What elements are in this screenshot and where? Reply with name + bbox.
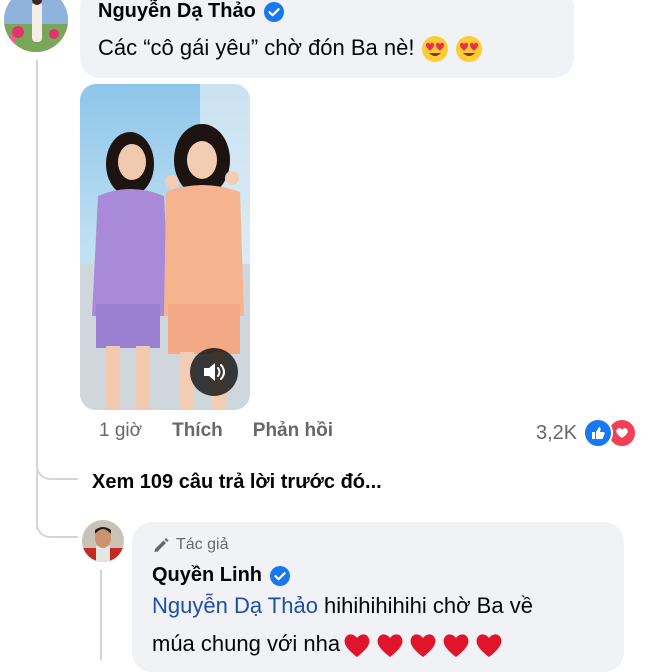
thread-branch-curve [36, 456, 78, 480]
comment-author-name[interactable]: Nguyễn Dạ Thảo [98, 0, 256, 23]
reply-text-part-2: múa chung với nha [152, 631, 341, 656]
like-button[interactable]: Thích [172, 420, 223, 442]
comment-text-row: Các “cô gái yêu” chờ đón Ba nè! [98, 32, 483, 64]
reply-text-part-1: hihihihihihi chờ Ba về [317, 593, 533, 618]
hearts-row [340, 631, 504, 658]
speaker-icon [204, 363, 225, 381]
author-tag: Tác giả [152, 536, 228, 554]
verified-badge-icon [263, 1, 284, 22]
author-tag-label: Tác giả [176, 536, 229, 553]
comment-timestamp[interactable]: 1 giờ [99, 420, 142, 442]
reply-bubble: Tác giả Quyền Linh Nguyễn Dạ Thảo hihihi… [132, 522, 624, 672]
reply-text-line-1: Nguyễn Dạ Thảo hihihihihihi chờ Ba về [152, 590, 533, 622]
reply-author-row: Quyền Linh [152, 564, 290, 587]
avatar-commenter[interactable] [4, 0, 68, 52]
like-reaction-icon [583, 418, 614, 448]
verified-badge-icon [270, 565, 290, 586]
mention-link[interactable]: Nguyễn Dạ Thảo [152, 593, 318, 618]
video-attachment[interactable] [80, 84, 250, 410]
red-heart-emoji-icon [476, 634, 502, 658]
red-heart-emoji-icon [410, 634, 436, 658]
reply-text-line-2: múa chung với nha [152, 628, 504, 660]
reply-thread-line [100, 570, 102, 660]
comment-text: Các “cô gái yêu” chờ đón Ba nè! [98, 35, 415, 60]
pencil-icon [154, 538, 169, 552]
comment-author-row: Nguyễn Dạ Thảo [98, 0, 284, 23]
reply-author-name[interactable]: Quyền Linh [152, 564, 262, 587]
reaction-summary[interactable]: 3,2K [536, 418, 638, 448]
heart-eyes-emoji-icon [455, 36, 482, 63]
red-heart-emoji-icon [443, 634, 469, 658]
red-heart-emoji-icon [344, 634, 370, 658]
comment-actions: 1 giờ Thích Phản hồi [99, 420, 363, 442]
reaction-count: 3,2K [536, 421, 578, 444]
comment-bubble: Nguyễn Dạ Thảo Các “cô gái yêu” chờ đón … [80, 0, 574, 78]
sound-toggle-button[interactable] [190, 348, 238, 396]
heart-eyes-emoji-icon [421, 36, 448, 63]
avatar-reply-author[interactable] [82, 520, 124, 562]
view-previous-replies-link[interactable]: Xem 109 câu trả lời trước đó... [92, 471, 382, 494]
thread-branch-curve-2 [36, 506, 78, 538]
red-heart-emoji-icon [377, 634, 403, 658]
reply-button[interactable]: Phản hồi [253, 420, 333, 442]
